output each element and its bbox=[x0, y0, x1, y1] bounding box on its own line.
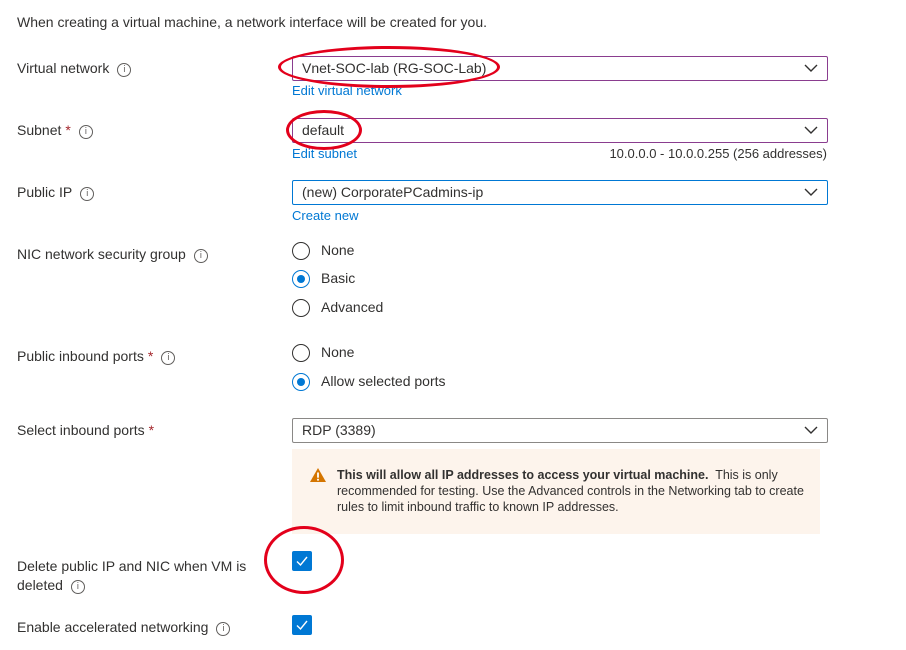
public-ip-label-text: Public IP bbox=[17, 184, 73, 200]
radio-label: None bbox=[321, 242, 355, 258]
warning-bold-text: This will allow all IP addresses to acce… bbox=[337, 468, 709, 482]
radio-button[interactable] bbox=[292, 242, 310, 260]
radio-button[interactable] bbox=[292, 344, 310, 362]
subnet-select[interactable]: default bbox=[292, 118, 828, 143]
radio-label: Basic bbox=[321, 270, 356, 286]
subnet-label-text: Subnet bbox=[17, 122, 62, 138]
chevron-down-icon bbox=[804, 426, 818, 434]
annotation-circle-virtual-network bbox=[278, 46, 500, 88]
radio-label: Advanced bbox=[321, 299, 384, 315]
nic-nsg-label: NIC network security group i bbox=[17, 246, 208, 263]
public-inbound-ports-label: Public inbound ports * i bbox=[17, 348, 176, 365]
info-icon[interactable]: i bbox=[193, 249, 208, 263]
public-ip-value: (new) CorporatePCadmins-ip bbox=[302, 184, 484, 200]
radio-label: None bbox=[321, 344, 355, 360]
info-icon[interactable]: i bbox=[216, 622, 231, 636]
warning-text: This will allow all IP addresses to acce… bbox=[337, 467, 807, 515]
inbound-ports-value: RDP (3389) bbox=[302, 422, 376, 438]
virtual-network-label: Virtual network i bbox=[17, 60, 132, 77]
intro-text: When creating a virtual machine, a netwo… bbox=[17, 14, 488, 30]
accelerated-networking-checkbox[interactable] bbox=[292, 615, 312, 635]
required-marker: * bbox=[148, 422, 155, 438]
chevron-down-icon bbox=[804, 64, 818, 72]
chevron-down-icon bbox=[804, 126, 818, 134]
radio-label: Allow selected ports bbox=[321, 373, 446, 389]
chevron-down-icon bbox=[804, 188, 818, 196]
public-inbound-ports-label-text: Public inbound ports bbox=[17, 348, 144, 364]
required-marker: * bbox=[65, 122, 71, 138]
radio-button-selected[interactable] bbox=[292, 373, 310, 391]
select-inbound-ports-label-text: Select inbound ports bbox=[17, 422, 145, 438]
delete-public-ip-label: Delete public IP and NIC when VM is dele… bbox=[17, 557, 246, 595]
public-ip-select[interactable]: (new) CorporatePCadmins-ip bbox=[292, 180, 828, 205]
subnet-label: Subnet * i bbox=[17, 122, 93, 139]
required-marker: * bbox=[147, 348, 154, 364]
select-inbound-ports-label: Select inbound ports * bbox=[17, 422, 154, 438]
info-icon[interactable]: i bbox=[117, 63, 132, 77]
checkmark-icon bbox=[296, 620, 308, 631]
radio-button[interactable] bbox=[292, 299, 310, 317]
public-ip-label: Public IP i bbox=[17, 184, 95, 201]
info-icon[interactable]: i bbox=[78, 125, 93, 139]
create-new-public-ip-link[interactable]: Create new bbox=[292, 208, 358, 223]
nic-nsg-label-text: NIC network security group bbox=[17, 246, 186, 262]
delete-public-ip-label-line1: Delete public IP and NIC when VM is bbox=[17, 558, 247, 574]
info-icon[interactable]: i bbox=[80, 187, 95, 201]
info-icon[interactable]: i bbox=[70, 580, 85, 594]
annotation-circle-delete-checkbox bbox=[264, 526, 344, 594]
info-icon[interactable]: i bbox=[161, 351, 176, 365]
accelerated-networking-label: Enable accelerated networking i bbox=[17, 619, 231, 636]
delete-public-ip-label-line2: deleted bbox=[17, 577, 63, 593]
inbound-ports-select[interactable]: RDP (3389) bbox=[292, 418, 828, 443]
accelerated-networking-label-text: Enable accelerated networking bbox=[17, 619, 209, 635]
virtual-network-label-text: Virtual network bbox=[17, 60, 110, 76]
annotation-circle-subnet bbox=[286, 110, 362, 150]
radio-button-selected[interactable] bbox=[292, 270, 310, 288]
warning-icon bbox=[310, 468, 326, 482]
subnet-address-range: 10.0.0.0 - 10.0.0.255 (256 addresses) bbox=[609, 146, 827, 161]
warning-message-bar: This will allow all IP addresses to acce… bbox=[292, 449, 820, 534]
